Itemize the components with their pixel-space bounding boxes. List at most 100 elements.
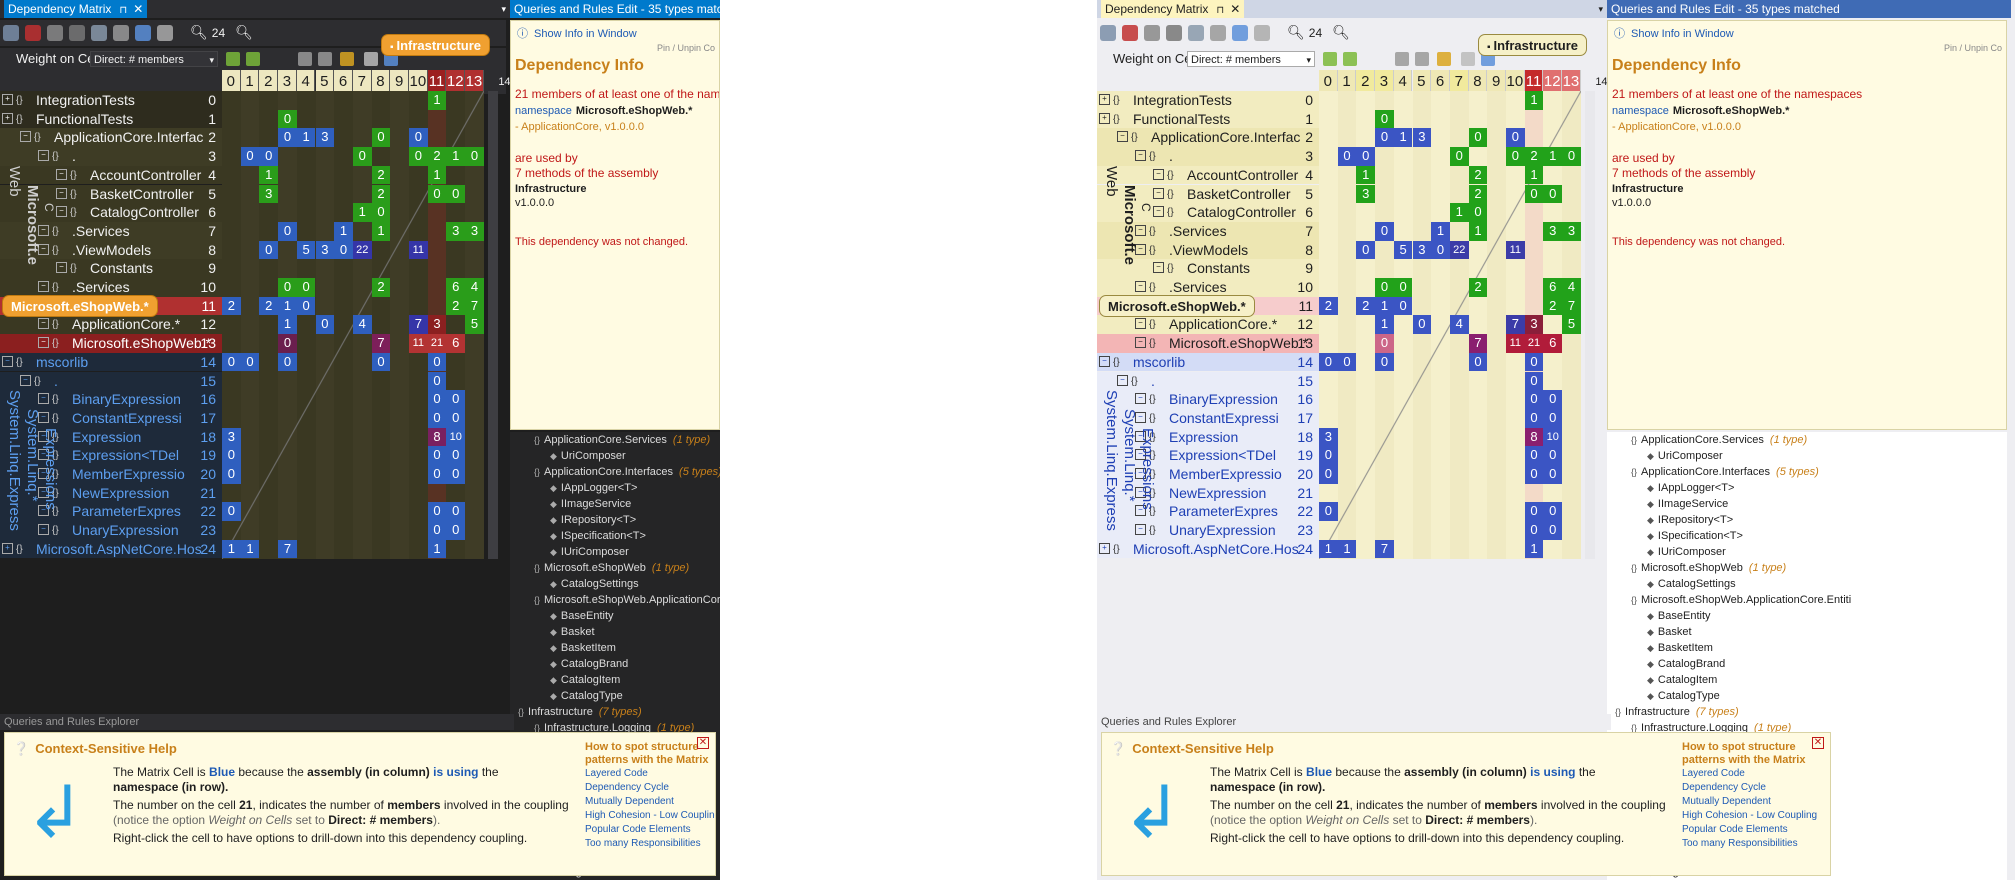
matrix-cell[interactable]: 1: [240, 539, 260, 559]
matrix-cell[interactable]: 3: [1562, 221, 1581, 241]
expand-toggle-icon[interactable]: +: [2, 112, 13, 124]
matrix-cell[interactable]: 1: [1543, 147, 1563, 166]
tree-item[interactable]: ◆ IRepository<T>: [1647, 512, 1733, 528]
matrix-cell[interactable]: 0: [352, 147, 372, 166]
matrix-cell[interactable]: 0: [1356, 147, 1376, 166]
matrix-cell[interactable]: 5: [465, 315, 484, 335]
matrix-cell[interactable]: 0: [427, 184, 447, 204]
expand-toggle-icon[interactable]: −: [38, 150, 49, 162]
matrix-cell[interactable]: 0: [427, 390, 447, 409]
matrix-cell[interactable]: 0: [278, 278, 297, 297]
howto-link[interactable]: Mutually Dependent: [585, 795, 715, 809]
matrix-row-24[interactable]: +{} Microsoft.AspNetCore.Hos 24: [0, 539, 222, 559]
matrix-cell[interactable]: 2: [427, 147, 447, 166]
matrix-cell[interactable]: 0: [1543, 465, 1563, 484]
tree-icon-2[interactable]: [318, 52, 332, 66]
matrix-cell[interactable]: 0: [1543, 408, 1563, 428]
gear-icon[interactable]: [1461, 52, 1475, 66]
howto-link[interactable]: High Cohesion - Low Coupling: [1682, 809, 1822, 823]
matrix-cell[interactable]: 1: [222, 539, 241, 559]
matrix-cell[interactable]: 0: [1319, 446, 1338, 465]
tree-item[interactable]: ◆ ISpecification<T>: [1647, 528, 1743, 544]
matrix-cell[interactable]: 0: [1543, 502, 1563, 522]
tree-item[interactable]: ◆ IRepository<T>: [550, 512, 636, 528]
matrix-cell[interactable]: 0: [446, 184, 466, 204]
expand-toggle-icon[interactable]: +: [2, 542, 13, 554]
matrix-cell[interactable]: 1: [1393, 128, 1413, 148]
matrix-row-15[interactable]: −{}. 15: [0, 371, 222, 391]
forward-icon[interactable]: [1254, 25, 1270, 41]
matrix-cell[interactable]: 1: [427, 165, 447, 185]
matrix-cell[interactable]: 0: [446, 465, 466, 484]
expand-toggle-icon[interactable]: −: [38, 281, 49, 292]
matrix-row-12[interactable]: −{} ApplicationCore.* 12: [0, 315, 222, 335]
matrix-cell[interactable]: 2: [1468, 278, 1488, 297]
camera-icon[interactable]: [1210, 25, 1226, 41]
expand-toggle-icon[interactable]: −: [56, 262, 67, 274]
filter-icon-2[interactable]: [1343, 52, 1357, 66]
matrix-cell[interactable]: 7: [371, 334, 391, 353]
matrix-cell[interactable]: 22: [352, 240, 372, 260]
tree-item[interactable]: ◆ BaseEntity: [550, 608, 614, 624]
matrix-cell[interactable]: 0: [259, 147, 279, 166]
tree-item[interactable]: {} ApplicationCore.Interfaces (5 types): [1631, 464, 1819, 480]
matrix-cell[interactable]: 0: [1543, 184, 1563, 204]
matrix-row-14[interactable]: −{} mscorlib 14: [1097, 352, 1319, 372]
tree-item[interactable]: ◆ IImageService: [1647, 496, 1728, 512]
matrix-cell[interactable]: 11: [409, 334, 428, 353]
expand-toggle-icon[interactable]: −: [20, 374, 31, 386]
matrix-cell[interactable]: 6: [446, 278, 466, 297]
matrix-cell[interactable]: 1: [1356, 165, 1376, 185]
expand-toggle-icon[interactable]: −: [38, 393, 49, 405]
expand-toggle-icon[interactable]: −: [56, 168, 67, 180]
matrix-cell[interactable]: 0: [465, 147, 484, 166]
expand-toggle-icon[interactable]: −: [2, 355, 13, 367]
expand-toggle-icon[interactable]: −: [1153, 206, 1164, 218]
matrix-cell[interactable]: 0: [240, 147, 260, 166]
tree-item[interactable]: {} Infrastructure (7 types): [1615, 704, 1739, 720]
tree-item[interactable]: {} Microsoft.eShopWeb (1 type): [534, 560, 689, 576]
weight-select[interactable]: Direct: # members ▾: [1187, 51, 1315, 67]
matrix-cell[interactable]: 0: [409, 128, 428, 148]
matrix-cell[interactable]: 0: [427, 352, 447, 372]
matrix-cell[interactable]: 0: [427, 446, 447, 465]
matrix-cell[interactable]: 0: [222, 446, 241, 465]
matrix-cell[interactable]: 1: [1449, 203, 1469, 222]
tree-item[interactable]: ◆ UriComposer: [550, 448, 626, 464]
matrix-cell[interactable]: 5: [296, 240, 316, 260]
expand-toggle-icon[interactable]: −: [38, 337, 49, 349]
matrix-cell[interactable]: 3: [1356, 184, 1376, 204]
tree-item[interactable]: ◆ CatalogSettings: [1647, 576, 1736, 592]
tree-item[interactable]: ◆ CatalogSettings: [550, 576, 639, 592]
expand-toggle-icon[interactable]: +: [1099, 542, 1110, 554]
matrix-cell[interactable]: 3: [1412, 240, 1432, 260]
matrix-row-10[interactable]: −{} .Services 10: [0, 278, 222, 297]
matrix-cell[interactable]: 21: [427, 334, 447, 353]
matrix-cell[interactable]: 1: [259, 165, 279, 185]
matrix-cell[interactable]: 0: [278, 109, 297, 129]
expand-toggle-icon[interactable]: −: [1153, 168, 1164, 180]
matrix-cell[interactable]: 0: [1375, 221, 1394, 241]
expand-toggle-icon[interactable]: +: [1099, 112, 1110, 124]
matrix-row-14[interactable]: −{} mscorlib 14: [0, 352, 222, 372]
matrix-cell[interactable]: 2: [1468, 165, 1488, 185]
matrix-row-24[interactable]: +{} Microsoft.AspNetCore.Hos 24: [1097, 539, 1319, 559]
matrix-cell[interactable]: 3: [1524, 315, 1544, 335]
filter-icon[interactable]: [226, 52, 240, 66]
matrix-cell[interactable]: 0: [1319, 352, 1338, 372]
matrix-cell[interactable]: 0: [371, 203, 391, 222]
tree-item[interactable]: ◆ BaseEntity: [1647, 608, 1711, 624]
howto-link[interactable]: Dependency Cycle: [585, 781, 715, 795]
howto-link[interactable]: Mutually Dependent: [1682, 795, 1822, 809]
matrix-cell[interactable]: 0: [1393, 296, 1413, 316]
matrix-cell[interactable]: 0: [315, 315, 335, 335]
matrix-row-16[interactable]: −{} BinaryExpression 16: [0, 390, 222, 409]
vertical-scrollbar[interactable]: [487, 91, 498, 559]
layout-icon[interactable]: [1100, 25, 1116, 41]
tab-dependency-matrix[interactable]: Dependency Matrix ⊓ ✕: [1101, 0, 1245, 18]
matrix-cell[interactable]: 0: [371, 128, 391, 148]
forward-icon[interactable]: [157, 25, 173, 41]
expand-toggle-icon[interactable]: −: [1135, 393, 1146, 405]
matrix-cell[interactable]: 4: [352, 315, 372, 335]
matrix-row-23[interactable]: −{} UnaryExpression 23: [1097, 521, 1319, 540]
